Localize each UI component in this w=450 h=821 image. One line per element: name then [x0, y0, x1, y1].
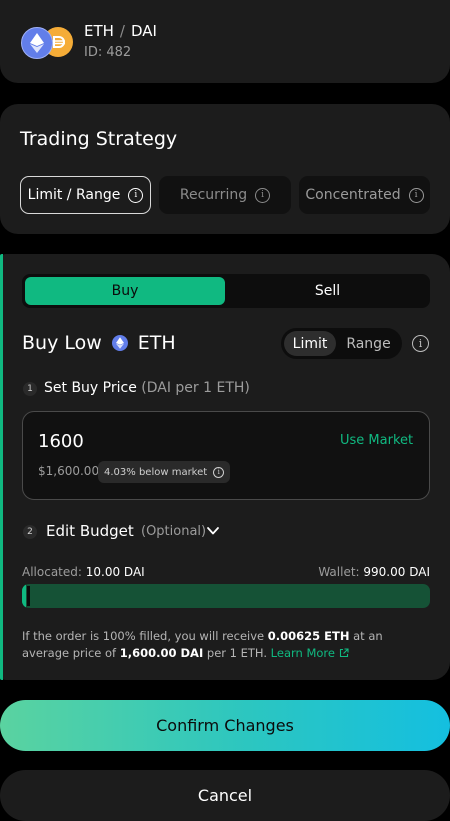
buy-price-value[interactable]: 1600: [38, 431, 84, 452]
strategy-option-limit-range[interactable]: Limit / Range i: [20, 176, 151, 214]
allocated-label: Allocated: 10.00 DAI: [22, 565, 145, 579]
strategy-option-label: Concentrated: [305, 187, 401, 203]
order-summary: If the order is 100% filled, you will re…: [22, 628, 432, 661]
budget-slider-handle[interactable]: [27, 586, 30, 606]
order-heading-label: Buy Low: [22, 332, 102, 354]
tab-sell[interactable]: Sell: [227, 277, 428, 305]
info-icon[interactable]: i: [412, 335, 429, 352]
strategy-card: [0, 104, 450, 234]
info-icon[interactable]: i: [213, 466, 225, 478]
summary-text: per 1 ETH.: [203, 645, 271, 660]
confirm-changes-button[interactable]: Confirm Changes: [0, 700, 450, 751]
summary-text: If the order is 100% filled, you will re…: [22, 629, 268, 643]
eth-icon: [111, 335, 128, 351]
wallet-caption: Wallet:: [318, 565, 360, 579]
step-number: 2: [23, 525, 37, 539]
use-market-button[interactable]: Use Market: [340, 433, 413, 448]
edit-budget-label[interactable]: Edit Budget: [46, 522, 134, 540]
pair-title: ETH / DAI: [84, 22, 157, 40]
wallet-value: 990.00 DAI: [363, 565, 430, 579]
set-buy-price-label: Set Buy Price (DAI per 1 ETH): [44, 380, 250, 396]
strategy-option-recurring[interactable]: Recurring i: [159, 176, 291, 214]
buy-price-input[interactable]: [22, 411, 430, 500]
strategy-option-label: Limit / Range: [27, 187, 121, 203]
strategy-option-label: Recurring: [179, 187, 248, 203]
external-link-icon: [339, 647, 349, 657]
strategy-title: Trading Strategy: [20, 128, 178, 150]
wallet-balance: Wallet: 990.00 DAI: [318, 565, 430, 579]
price-usd-value: $1,600.00: [38, 464, 100, 478]
strategy-option-concentrated[interactable]: Concentrated i: [299, 176, 430, 214]
market-diff-badge: 4.03% below market i: [98, 461, 231, 483]
step-sublabel: (DAI per 1 ETH): [141, 380, 250, 396]
learn-more-link[interactable]: Learn More: [271, 646, 349, 660]
allocated-value: 10.00 DAI: [85, 565, 145, 579]
step-label: Set Buy Price: [44, 380, 137, 396]
budget-slider-fill: [22, 584, 26, 608]
step-number: 1: [23, 382, 37, 396]
tab-buy[interactable]: Buy: [25, 277, 225, 305]
order-heading: Buy Low ETH: [22, 332, 176, 354]
eth-icon: [21, 27, 53, 59]
summary-receive-amount: 0.00625 ETH: [267, 629, 350, 643]
summary-price: 1,600.00 DAI: [119, 645, 204, 660]
learn-more-label: Learn More: [270, 645, 335, 660]
order-heading-token: ETH: [137, 332, 176, 354]
pair-id: ID: 482: [84, 45, 132, 60]
order-accent-bar: [0, 254, 3, 680]
info-icon[interactable]: i: [408, 187, 424, 203]
chevron-down-icon[interactable]: [205, 524, 221, 538]
pair-quote: DAI: [130, 22, 157, 40]
market-diff-text: 4.03% below market: [104, 466, 208, 478]
budget-slider[interactable]: [22, 584, 430, 608]
info-icon[interactable]: i: [255, 187, 271, 203]
mode-range-button[interactable]: Range: [338, 331, 399, 356]
pair-base: ETH: [84, 22, 114, 40]
edit-budget-optional: (Optional): [141, 524, 207, 539]
mode-limit-button[interactable]: Limit: [284, 331, 336, 356]
cancel-button[interactable]: Cancel: [0, 770, 450, 821]
pair-separator: /: [119, 22, 125, 40]
allocated-caption: Allocated:: [22, 565, 82, 579]
info-icon[interactable]: i: [128, 187, 144, 203]
